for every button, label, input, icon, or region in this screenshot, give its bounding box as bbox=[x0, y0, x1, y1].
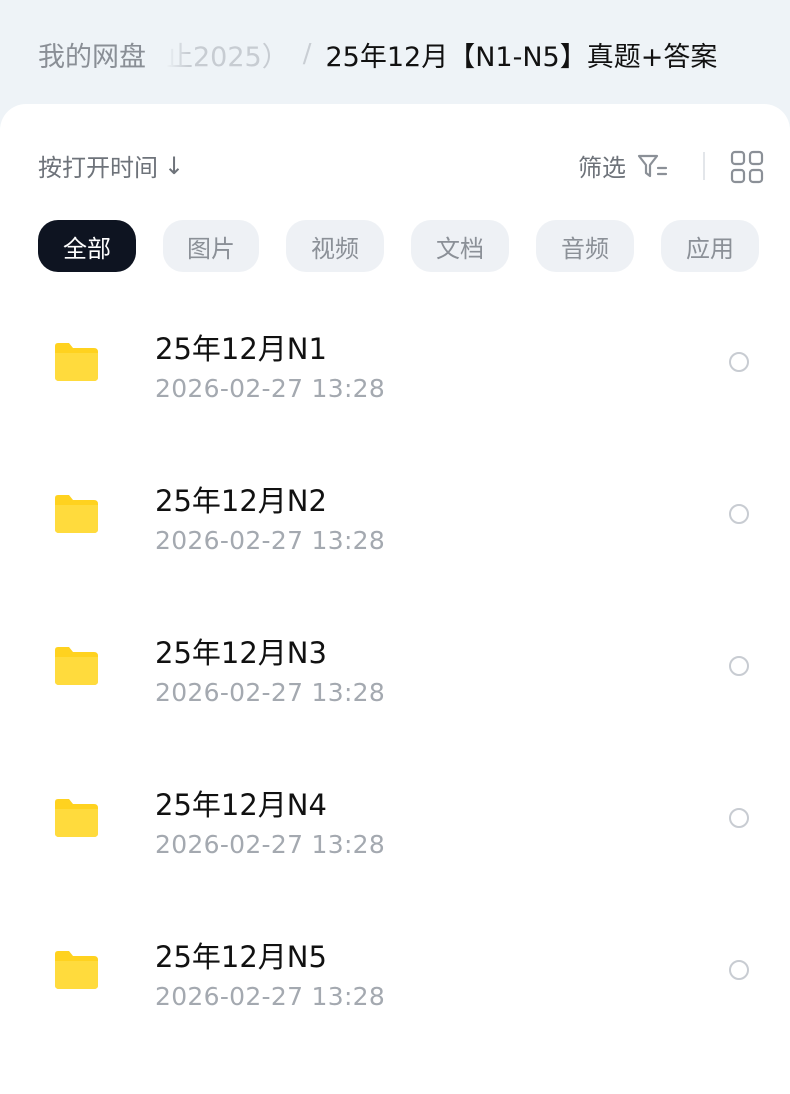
select-radio[interactable] bbox=[729, 504, 749, 524]
breadcrumb-parent[interactable]: 止2025） bbox=[166, 35, 289, 74]
file-list: 25年12月N1 2026-02-27 13:28 25年12月N2 2026-… bbox=[0, 304, 790, 1064]
category-chip-apps[interactable]: 应用 bbox=[661, 220, 759, 272]
grid-view-icon[interactable] bbox=[730, 150, 764, 184]
category-filter-bar: 全部 图片 视频 文档 音频 应用 bbox=[38, 220, 759, 272]
breadcrumb-current: 25年12月【N1-N5】真题+答案 bbox=[325, 41, 718, 73]
breadcrumb: 我的网盘 止2025） / 25年12月【N1-N5】真题+答案 bbox=[0, 0, 790, 108]
file-browser-panel: 按打开时间 ↓ 筛选 全部 图片 视频 文档 音频 应用 25年12月N1 20… bbox=[0, 104, 790, 1094]
category-chip-images[interactable]: 图片 bbox=[163, 220, 259, 272]
breadcrumb-separator: / bbox=[302, 39, 312, 69]
select-radio[interactable] bbox=[729, 960, 749, 980]
file-row[interactable]: 25年12月N5 2026-02-27 13:28 bbox=[0, 912, 790, 1064]
file-name: 25年12月N5 bbox=[155, 940, 327, 974]
filter-button[interactable]: 筛选 bbox=[578, 148, 668, 183]
category-chip-audio[interactable]: 音频 bbox=[536, 220, 634, 272]
folder-icon bbox=[55, 951, 98, 989]
file-modified-date: 2026-02-27 13:28 bbox=[155, 830, 386, 859]
filter-label: 筛选 bbox=[578, 154, 626, 182]
file-row[interactable]: 25年12月N1 2026-02-27 13:28 bbox=[0, 304, 790, 456]
file-row[interactable]: 25年12月N3 2026-02-27 13:28 bbox=[0, 608, 790, 760]
folder-icon bbox=[55, 495, 98, 533]
folder-icon bbox=[55, 647, 98, 685]
category-chip-documents[interactable]: 文档 bbox=[411, 220, 509, 272]
select-radio[interactable] bbox=[729, 656, 749, 676]
category-chip-label: 视频 bbox=[311, 234, 359, 263]
breadcrumb-root[interactable]: 我的网盘 bbox=[38, 35, 146, 74]
file-name: 25年12月N2 bbox=[155, 484, 327, 518]
folder-icon bbox=[55, 343, 98, 381]
file-modified-date: 2026-02-27 13:28 bbox=[155, 678, 386, 707]
category-chip-label: 文档 bbox=[436, 234, 484, 263]
file-row[interactable]: 25年12月N2 2026-02-27 13:28 bbox=[0, 456, 790, 608]
select-radio[interactable] bbox=[729, 352, 749, 372]
file-modified-date: 2026-02-27 13:28 bbox=[155, 526, 386, 555]
select-radio[interactable] bbox=[729, 808, 749, 828]
category-chip-video[interactable]: 视频 bbox=[286, 220, 384, 272]
folder-icon bbox=[55, 799, 98, 837]
filter-icon bbox=[637, 154, 668, 177]
sort-button[interactable]: 按打开时间 ↓ bbox=[38, 148, 184, 183]
file-modified-date: 2026-02-27 13:28 bbox=[155, 374, 386, 403]
category-chip-label: 图片 bbox=[187, 234, 235, 263]
file-modified-date: 2026-02-27 13:28 bbox=[155, 982, 386, 1011]
category-chip-label: 全部 bbox=[63, 234, 111, 263]
category-chip-all[interactable]: 全部 bbox=[38, 220, 136, 272]
file-name: 25年12月N4 bbox=[155, 788, 327, 822]
category-chip-label: 应用 bbox=[686, 234, 734, 263]
toolbar-divider bbox=[703, 152, 705, 180]
sort-label: 按打开时间 bbox=[38, 154, 158, 182]
sort-arrow-icon: ↓ bbox=[164, 151, 185, 180]
file-name: 25年12月N3 bbox=[155, 636, 327, 670]
file-name: 25年12月N1 bbox=[155, 332, 327, 366]
file-row[interactable]: 25年12月N4 2026-02-27 13:28 bbox=[0, 760, 790, 912]
category-chip-label: 音频 bbox=[561, 234, 609, 263]
